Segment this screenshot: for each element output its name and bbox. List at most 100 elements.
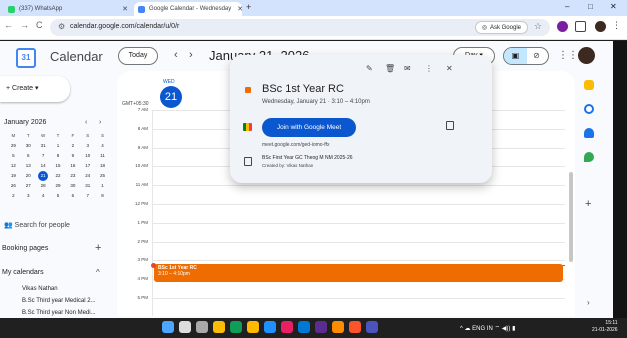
close-icon[interactable]: ✕ bbox=[231, 5, 242, 13]
mini-day[interactable]: 17 bbox=[80, 161, 95, 171]
maps-icon[interactable] bbox=[584, 152, 594, 162]
extension-icon[interactable] bbox=[557, 21, 568, 32]
keep-icon[interactable] bbox=[584, 80, 594, 90]
windows-icon[interactable] bbox=[162, 321, 174, 333]
more-options-icon[interactable]: ⋮ bbox=[425, 64, 433, 73]
task-view-icon[interactable] bbox=[196, 321, 208, 333]
mini-day[interactable]: 7 bbox=[80, 191, 95, 201]
next-day-button[interactable]: › bbox=[189, 49, 193, 61]
booking-pages-heading[interactable]: Booking pages bbox=[2, 245, 48, 252]
google-apps-icon[interactable]: ⋮⋮ bbox=[558, 50, 578, 61]
today-button[interactable]: Today bbox=[118, 47, 158, 65]
mini-day[interactable]: 25 bbox=[95, 171, 110, 181]
new-tab-button[interactable]: + bbox=[246, 2, 251, 12]
mini-day[interactable]: 31 bbox=[36, 141, 51, 151]
delete-icon[interactable]: 🗑 bbox=[385, 64, 395, 73]
close-window-button[interactable]: ✕ bbox=[610, 2, 617, 11]
copy-icon[interactable] bbox=[446, 121, 454, 130]
site-info-icon[interactable]: ⚙ bbox=[58, 22, 65, 31]
mini-prev-month-button[interactable]: ‹ bbox=[85, 119, 87, 126]
mini-day[interactable]: 26 bbox=[6, 181, 21, 191]
mini-day[interactable]: 13 bbox=[21, 161, 36, 171]
tasks-view-icon[interactable]: ⊘ bbox=[525, 48, 548, 64]
mini-day[interactable]: 10 bbox=[80, 151, 95, 161]
edit-icon[interactable]: ✎ bbox=[366, 64, 373, 73]
calendar-item[interactable]: B.Sc Third year Medical 2... bbox=[22, 298, 96, 304]
mini-day[interactable]: 15 bbox=[51, 161, 66, 171]
get-addons-icon[interactable]: + bbox=[585, 198, 591, 210]
system-tray[interactable]: ^ ☁ ENG IN ⌔ ◀)) ▮ bbox=[460, 324, 515, 332]
mini-day[interactable]: 20 bbox=[21, 171, 36, 181]
mini-day[interactable]: 29 bbox=[6, 141, 21, 151]
edge-browser-icon[interactable] bbox=[264, 321, 276, 333]
previous-day-button[interactable]: ‹ bbox=[174, 49, 178, 61]
calendar-item[interactable]: Vikas Nathan bbox=[22, 286, 58, 292]
close-icon[interactable]: ✕ bbox=[116, 5, 128, 13]
event-block[interactable]: BSc 1st Year RC 3:10 – 4:10pm bbox=[154, 264, 563, 282]
minimize-button[interactable]: – bbox=[565, 2, 569, 11]
email-icon[interactable]: ✉ bbox=[404, 64, 411, 73]
maximize-button[interactable]: □ bbox=[588, 2, 593, 11]
mini-day[interactable]: 7 bbox=[36, 151, 51, 161]
mini-day-today[interactable]: 21 bbox=[38, 171, 49, 181]
mini-day[interactable]: 18 bbox=[95, 161, 110, 171]
search-people-field[interactable]: 👥 Search for people bbox=[4, 221, 70, 229]
mini-day[interactable]: 27 bbox=[21, 181, 36, 191]
photos-icon[interactable] bbox=[281, 321, 293, 333]
brave-icon[interactable] bbox=[349, 321, 361, 333]
outlook-icon[interactable] bbox=[298, 321, 310, 333]
mini-day[interactable]: 9 bbox=[65, 151, 80, 161]
calendar-item[interactable]: B.Sc Third year Non Medi... bbox=[22, 310, 96, 316]
teams-icon[interactable] bbox=[366, 321, 378, 333]
mini-day[interactable]: 23 bbox=[65, 171, 80, 181]
chevron-up-icon[interactable]: ^ bbox=[96, 268, 100, 277]
office-icon[interactable] bbox=[332, 321, 344, 333]
mini-day[interactable]: 12 bbox=[6, 161, 21, 171]
profile-avatar-icon[interactable] bbox=[595, 21, 606, 32]
mini-day[interactable]: 2 bbox=[6, 191, 21, 201]
edge-icon[interactable] bbox=[230, 321, 242, 333]
bookmark-star-icon[interactable]: ☆ bbox=[534, 21, 542, 32]
mini-day[interactable]: 5 bbox=[6, 151, 21, 161]
mini-day[interactable]: 1 bbox=[51, 141, 66, 151]
taskbar-clock[interactable]: 15:11 21-01-2026 bbox=[592, 320, 618, 334]
meet-link[interactable]: meet.google.com/ged-iomo-ffx bbox=[262, 142, 329, 148]
mini-day[interactable]: 16 bbox=[65, 161, 80, 171]
my-calendars-heading[interactable]: My calendars bbox=[2, 269, 44, 276]
mini-day[interactable]: 4 bbox=[95, 141, 110, 151]
mini-day[interactable]: 30 bbox=[65, 181, 80, 191]
add-booking-page-button[interactable]: + bbox=[95, 242, 101, 254]
url-text[interactable]: calendar.google.com/calendar/u/0/r bbox=[70, 23, 179, 30]
mini-day[interactable]: 22 bbox=[51, 171, 66, 181]
search-icon[interactable] bbox=[179, 321, 191, 333]
join-meet-button[interactable]: Join with Google Meet bbox=[262, 118, 356, 137]
mini-day[interactable]: 3 bbox=[21, 191, 36, 201]
create-button[interactable]: + Create ▾ bbox=[0, 76, 70, 102]
grid-scrollbar[interactable] bbox=[569, 172, 573, 262]
mini-next-month-button[interactable]: › bbox=[99, 119, 101, 126]
mini-day[interactable]: 5 bbox=[51, 191, 66, 201]
avatar[interactable] bbox=[578, 47, 595, 64]
mini-day[interactable]: 24 bbox=[80, 171, 95, 181]
calendar-view-icon[interactable]: ▣ bbox=[504, 48, 527, 64]
mini-day[interactable]: 30 bbox=[21, 141, 36, 151]
mini-day[interactable]: 19 bbox=[6, 171, 21, 181]
forward-button[interactable]: → bbox=[20, 20, 29, 30]
extensions-puzzle-icon[interactable] bbox=[575, 21, 586, 32]
store-icon[interactable] bbox=[315, 321, 327, 333]
mini-day[interactable]: 1 bbox=[95, 181, 110, 191]
close-popup-icon[interactable]: ✕ bbox=[446, 64, 453, 73]
mini-day[interactable]: 3 bbox=[80, 141, 95, 151]
mini-day[interactable]: 6 bbox=[21, 151, 36, 161]
ask-google-button[interactable]: ◎ Ask Google bbox=[474, 21, 528, 34]
mini-day[interactable]: 28 bbox=[36, 181, 51, 191]
mini-day[interactable]: 4 bbox=[36, 191, 51, 201]
mini-day[interactable]: 8 bbox=[95, 191, 110, 201]
calendar-tasks-toggle[interactable]: ▣ ⊘ bbox=[503, 47, 549, 65]
tab-google-calendar[interactable]: Google Calendar - Wednesday ✕ bbox=[134, 2, 242, 16]
calendar-logo-icon[interactable]: 31 bbox=[16, 48, 36, 68]
address-bar[interactable]: ⚙ calendar.google.com/calendar/u/0/r ◎ As… bbox=[50, 19, 550, 36]
file-explorer-icon[interactable] bbox=[247, 321, 259, 333]
mini-day[interactable]: 14 bbox=[36, 161, 51, 171]
browser-menu-icon[interactable]: ⋮ bbox=[612, 20, 621, 31]
